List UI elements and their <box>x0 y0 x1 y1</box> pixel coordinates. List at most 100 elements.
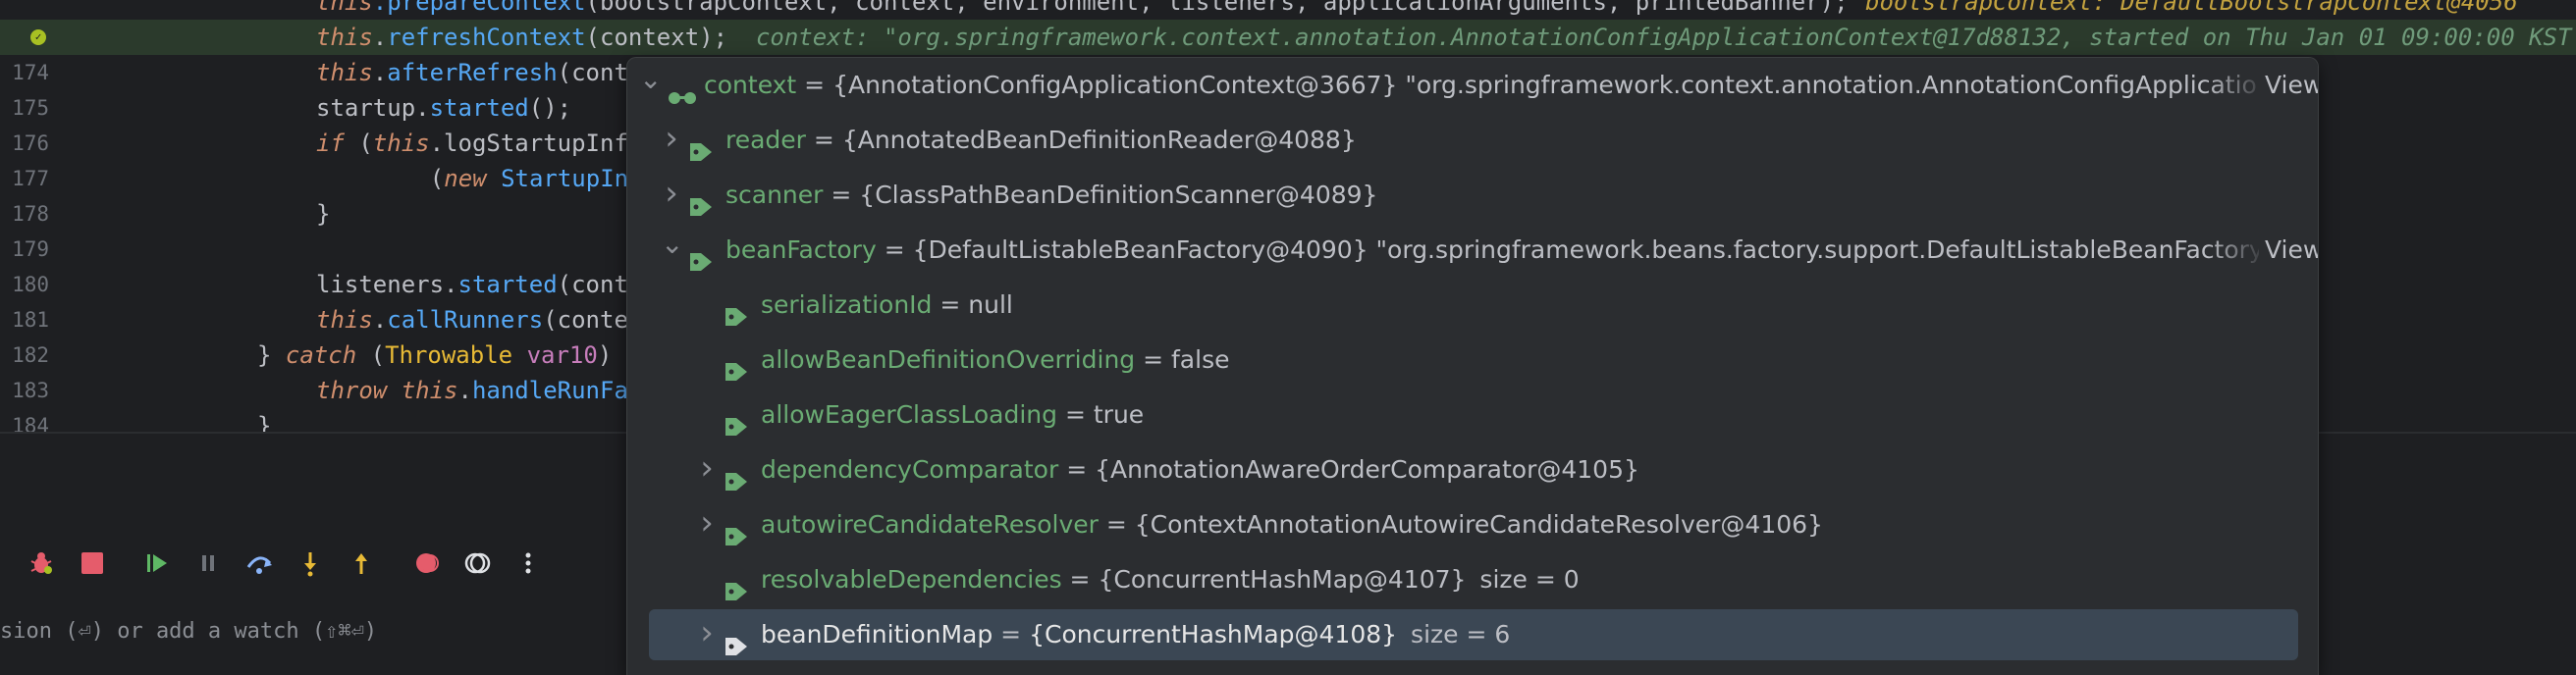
code-token: (conte <box>543 306 628 334</box>
equals-sign: = <box>823 181 860 209</box>
code-text: throw this.handleRunFa <box>316 373 628 408</box>
variable-text: resolvableDependencies = {ConcurrentHash… <box>761 552 1580 607</box>
debugger-inspect-popup[interactable]: ⌄ context = {AnnotationConfigApplicationC… <box>626 57 2319 675</box>
code-token: startup. <box>316 94 430 122</box>
equals-sign: = <box>1058 455 1096 484</box>
code-token: } <box>257 341 286 369</box>
code-text: this.callRunners(conte <box>316 302 628 338</box>
step-over-icon[interactable] <box>240 544 279 583</box>
variable-row[interactable]: › scanner = {ClassPathBeanDefinitionScann… <box>627 168 2318 223</box>
execution-point-icon[interactable]: ✓ <box>30 29 46 45</box>
watch-glasses-icon <box>667 74 696 104</box>
variable-row[interactable]: ⌄ context = {AnnotationConfigApplicationC… <box>627 58 2318 113</box>
line-number: 177 <box>12 167 49 190</box>
equals-sign: = <box>1098 510 1135 539</box>
chevron-right-icon[interactable]: › <box>661 168 682 223</box>
variable-text: dependencyComparator = {AnnotationAwareO… <box>761 442 1639 497</box>
variable-text: allowBeanDefinitionOverriding = false <box>761 333 1229 388</box>
view-breakpoints-icon[interactable] <box>406 544 446 583</box>
variable-row[interactable]: allowEagerClassLoading = true <box>627 388 2318 442</box>
variable-row[interactable]: serializationId = null <box>627 278 2318 333</box>
code-token: started <box>429 94 529 122</box>
variable-name: beanDefinitionMap <box>761 620 993 649</box>
line-number: 174 <box>12 61 49 84</box>
code-token: afterRefresh <box>387 59 558 86</box>
equals-sign: = <box>796 71 833 99</box>
variable-row[interactable]: › dependencyComparator = {AnnotationAware… <box>627 442 2318 497</box>
variable-value: true <box>1093 400 1145 429</box>
more-icon[interactable] <box>509 544 548 583</box>
code-token: this <box>316 24 373 51</box>
field-tag-icon <box>724 623 749 655</box>
code-token: ( <box>356 341 386 369</box>
field-tag-icon <box>688 129 714 161</box>
code-token: (); <box>528 94 572 122</box>
view-link[interactable]: View <box>2259 58 2318 113</box>
variable-name: allowEagerClassLoading <box>761 400 1058 429</box>
line-number: 175 <box>12 96 49 120</box>
resume-icon[interactable] <box>137 544 177 583</box>
equals-sign: = <box>805 126 842 154</box>
step-out-icon[interactable] <box>342 544 381 583</box>
variable-text: serializationId = null <box>761 278 1013 333</box>
code-text: if (this.logStartupInf <box>316 126 628 161</box>
variable-row[interactable]: allowBeanDefinitionOverriding = false <box>627 333 2318 388</box>
variable-row[interactable]: resolvableDependencies = {ConcurrentHash… <box>627 552 2318 607</box>
variable-name: reader <box>725 126 806 154</box>
view-link[interactable]: View <box>2259 223 2318 278</box>
evaluate-expression-input[interactable]: sion (⏎) or add a watch (⇧⌘⏎) <box>0 614 628 649</box>
code-token: var10 <box>526 341 598 369</box>
code-token: this <box>316 59 373 86</box>
variable-name: context <box>704 71 797 99</box>
variable-value: false <box>1171 345 1230 374</box>
chevron-down-icon[interactable]: ⌄ <box>661 223 683 278</box>
chevron-right-icon[interactable]: › <box>696 607 718 662</box>
chevron-right-icon[interactable]: › <box>696 442 718 497</box>
mute-breakpoints-icon[interactable] <box>457 544 497 583</box>
line-number: 176 <box>12 131 49 155</box>
equals-sign: = <box>993 620 1030 649</box>
equals-sign: = <box>932 290 969 319</box>
variable-value: {AnnotationConfigApplicationContext@3667… <box>832 71 2313 99</box>
code-token: (cont <box>557 271 628 298</box>
line-number: 184 <box>12 414 49 432</box>
field-tag-icon <box>724 403 749 436</box>
chevron-right-icon[interactable]: › <box>661 113 682 168</box>
variable-row[interactable]: ⌄ beanFactory = {DefaultListableBeanFacto… <box>627 223 2318 278</box>
code-text: } <box>316 196 330 232</box>
equals-sign: = <box>1135 345 1171 374</box>
inline-value-hint: context: "org.springframework.context.an… <box>755 24 2572 51</box>
code-line[interactable]: ✓ this.refreshContext(context); context: … <box>0 20 2576 55</box>
code-token: throw <box>316 377 388 404</box>
variable-text: beanDefinitionMap = {ConcurrentHashMap@4… <box>761 607 1510 662</box>
code-token: handleRunFa <box>471 377 628 404</box>
code-line[interactable]: this.prepareContext(bootstrapContext, co… <box>0 0 2576 20</box>
step-into-icon[interactable] <box>291 544 330 583</box>
variable-row[interactable]: › autowireCandidateResolver = {ContextAnn… <box>627 497 2318 552</box>
variable-row[interactable]: › reader = {AnnotatedBeanDefinitionReader… <box>627 113 2318 168</box>
variable-name: autowireCandidateResolver <box>761 510 1099 539</box>
chevron-right-icon[interactable]: › <box>696 497 718 552</box>
field-tag-icon <box>724 568 749 600</box>
code-token: if <box>316 130 345 157</box>
chevron-down-icon[interactable]: ⌄ <box>639 58 662 113</box>
variable-value: {ClassPathBeanDefinitionScanner@4089} <box>859 181 1378 209</box>
variable-name: resolvableDependencies <box>761 565 1062 594</box>
equals-sign: = <box>1061 565 1099 594</box>
variable-text: scanner = {ClassPathBeanDefinitionScanne… <box>725 168 1377 223</box>
variable-value: {AnnotationAwareOrderComparator@4105} <box>1095 455 1639 484</box>
variable-name: allowBeanDefinitionOverriding <box>761 345 1136 374</box>
debug-bug-icon[interactable] <box>22 544 61 583</box>
code-token: ( <box>373 165 445 192</box>
inline-value-hint: bootstrapContext: DefaultBootstrapContex… <box>1865 0 2518 16</box>
code-token: this <box>316 306 373 334</box>
field-tag-icon <box>724 293 749 326</box>
variable-row[interactable]: › beanDefinitionMap = {ConcurrentHashMap@… <box>627 607 2318 662</box>
code-token: catch <box>285 341 357 369</box>
code-text: } catch (Throwable var10) <box>257 338 612 373</box>
stop-icon[interactable] <box>73 544 112 583</box>
pause-icon[interactable] <box>188 544 228 583</box>
code-token: . <box>372 306 388 334</box>
